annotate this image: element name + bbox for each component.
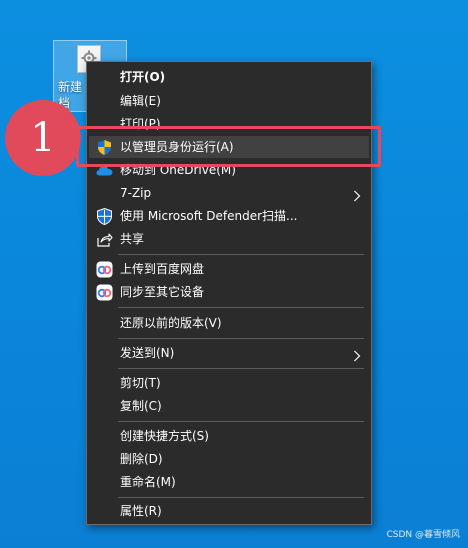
menu-item-open[interactable]: 打开(O) bbox=[89, 66, 369, 88]
menu-item-7zip[interactable]: 7-Zip bbox=[89, 182, 369, 204]
menu-item-label: 重命名(M) bbox=[120, 475, 176, 489]
menu-item-edit[interactable]: 编辑(E) bbox=[89, 90, 369, 112]
menu-separator bbox=[118, 421, 364, 422]
menu-item-label: 删除(D) bbox=[120, 452, 163, 466]
menu-item-label: 打开(O) bbox=[120, 70, 166, 84]
menu-item-upload-baidu[interactable]: 上传到百度网盘 bbox=[89, 258, 369, 280]
menu-separator bbox=[118, 368, 364, 369]
menu-item-label: 使用 Microsoft Defender扫描... bbox=[120, 209, 298, 223]
highlight-box bbox=[76, 126, 381, 167]
menu-separator bbox=[118, 338, 364, 339]
baidu-netdisk-icon bbox=[96, 284, 113, 301]
menu-item-cut[interactable]: 剪切(T) bbox=[89, 372, 369, 394]
watermark: CSDN @暮雪倾风 bbox=[386, 530, 460, 540]
menu-item-label: 7-Zip bbox=[120, 186, 152, 200]
menu-item-create-shortcut[interactable]: 创建快捷方式(S) bbox=[89, 425, 369, 447]
menu-item-delete[interactable]: 删除(D) bbox=[89, 448, 369, 470]
menu-item-label: 上传到百度网盘 bbox=[120, 262, 205, 276]
share-icon bbox=[96, 231, 113, 248]
menu-item-properties[interactable]: 属性(R) bbox=[89, 500, 369, 522]
chevron-right-icon bbox=[353, 187, 361, 202]
baidu-netdisk-icon bbox=[96, 261, 113, 278]
menu-item-sync-devices[interactable]: 同步至其它设备 bbox=[89, 281, 369, 303]
step-number-badge: 1 bbox=[5, 100, 81, 176]
chevron-right-icon bbox=[353, 347, 361, 362]
menu-item-restore-previous[interactable]: 还原以前的版本(V) bbox=[89, 312, 369, 334]
menu-item-label: 发送到(N) bbox=[120, 346, 175, 360]
menu-item-label: 编辑(E) bbox=[120, 94, 161, 108]
menu-item-label: 复制(C) bbox=[120, 399, 162, 413]
menu-item-share[interactable]: 共享 bbox=[89, 228, 369, 250]
menu-item-copy[interactable]: 复制(C) bbox=[89, 395, 369, 417]
menu-separator bbox=[118, 497, 364, 498]
menu-item-label: 共享 bbox=[120, 232, 145, 246]
menu-item-label: 创建快捷方式(S) bbox=[120, 429, 209, 443]
menu-item-send-to[interactable]: 发送到(N) bbox=[89, 342, 369, 364]
menu-item-label: 属性(R) bbox=[120, 504, 162, 518]
menu-separator bbox=[118, 307, 364, 308]
menu-item-rename[interactable]: 重命名(M) bbox=[89, 471, 369, 493]
menu-item-label: 剪切(T) bbox=[120, 376, 161, 390]
menu-item-label: 同步至其它设备 bbox=[120, 285, 205, 299]
menu-separator bbox=[118, 254, 364, 255]
menu-item-label: 还原以前的版本(V) bbox=[120, 316, 222, 330]
defender-shield-icon bbox=[96, 207, 113, 226]
menu-item-defender-scan[interactable]: 使用 Microsoft Defender扫描... bbox=[89, 205, 369, 227]
